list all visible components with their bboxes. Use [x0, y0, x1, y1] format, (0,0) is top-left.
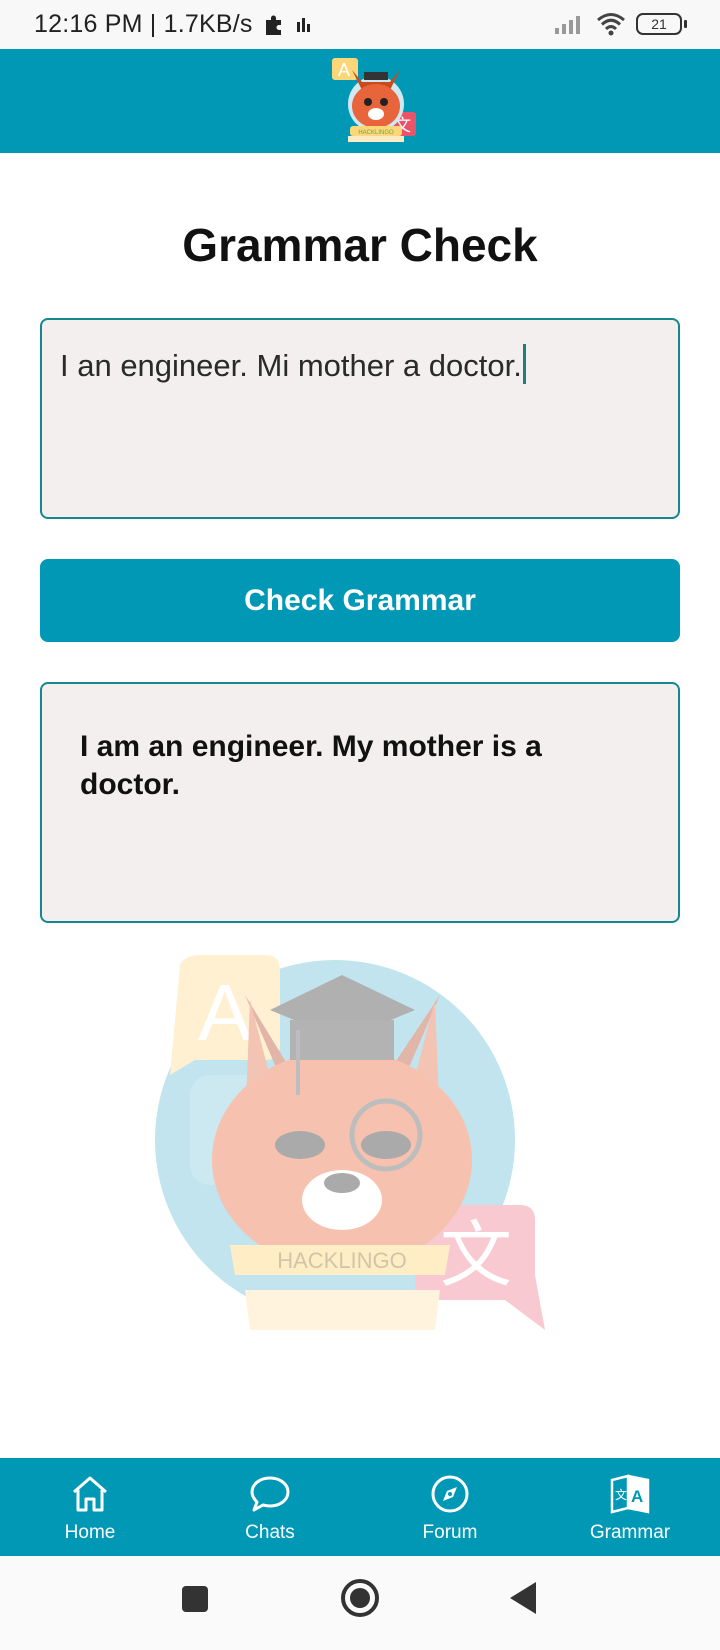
chat-bubble-icon: [248, 1472, 292, 1516]
puzzle-icon: [263, 14, 285, 36]
status-bar: 12:16 PM | 1.7KB/s 21: [0, 0, 720, 49]
signal-icon: [554, 13, 586, 35]
result-box: I am an engineer. My mother is a doctor.: [40, 682, 680, 923]
svg-text:文: 文: [440, 1213, 512, 1297]
nav-item-chats[interactable]: Chats: [180, 1458, 360, 1556]
nav-label-forum: Forum: [422, 1522, 478, 1543]
compass-icon: [428, 1472, 472, 1516]
bottom-navigation: Home Chats Forum A文 Grammar: [0, 1458, 720, 1556]
recent-apps-button[interactable]: [180, 1584, 210, 1619]
wifi-icon: [596, 12, 626, 36]
logo-text: HACKLINGO: [358, 130, 394, 136]
sentence-input-value: I an engineer. Mi mother a doctor.: [60, 348, 522, 383]
page-title: Grammar Check: [182, 219, 538, 271]
translate-book-icon: A文: [608, 1472, 652, 1516]
nav-item-forum[interactable]: Forum: [360, 1458, 540, 1556]
system-navigation-bar: [0, 1556, 720, 1650]
home-system-button[interactable]: [340, 1578, 380, 1623]
corrected-text: I am an engineer. My mother is a doctor.: [80, 730, 542, 801]
svg-text:A: A: [631, 1487, 643, 1506]
check-grammar-button[interactable]: Check Grammar: [40, 559, 680, 642]
svg-text:A: A: [198, 968, 252, 1057]
nav-item-grammar[interactable]: A文 Grammar: [540, 1458, 720, 1556]
status-time: 12:16 PM | 1.7KB/s: [34, 10, 253, 38]
nav-label-chats: Chats: [245, 1522, 295, 1543]
app-header: A 文 HACKLINGO: [0, 49, 720, 153]
battery-icon: 21: [636, 13, 687, 35]
app-logo: A 文 HACKLINGO: [328, 52, 424, 148]
text-cursor: [522, 344, 526, 384]
nav-label-grammar: Grammar: [589, 1522, 671, 1543]
nav-item-home[interactable]: Home: [0, 1458, 180, 1556]
home-icon: [68, 1472, 112, 1516]
mascot-illustration: A 文 HACKLINGO: [150, 955, 570, 1365]
nav-label-home: Home: [64, 1522, 116, 1543]
svg-text:A: A: [338, 60, 350, 80]
sentence-input[interactable]: I an engineer. Mi mother a doctor.: [40, 318, 680, 519]
svg-text:文: 文: [615, 1487, 627, 1502]
back-system-button[interactable]: [508, 1580, 540, 1621]
data-bars-icon: [295, 16, 313, 34]
watermark-text: HACKLINGO: [277, 1248, 407, 1273]
